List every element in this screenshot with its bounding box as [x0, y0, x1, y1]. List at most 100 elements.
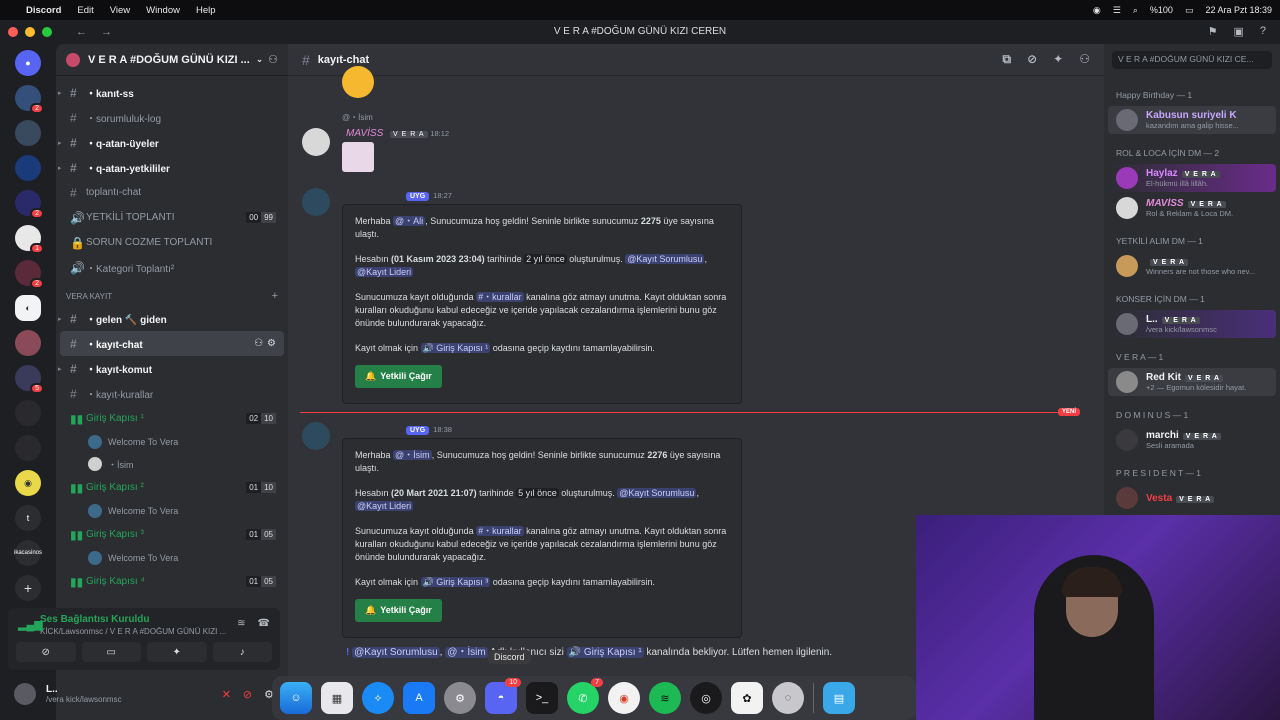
channel-yetkili-toplanti[interactable]: 🔊 YETKİLİ TOPLANTI 00 99 — [60, 205, 284, 230]
menu-edit[interactable]: Edit — [77, 5, 93, 16]
safari-icon[interactable]: ✧ — [362, 682, 394, 714]
voice-channel-giris-3[interactable]: ▮▮ Giriş Kapısı ³ 01 05 — [60, 522, 284, 547]
whatsapp-icon[interactable]: ✆ 7 — [567, 678, 603, 714]
channel-kategori-toplanti[interactable]: 🔊 ・Kategori Toplantı² — [60, 255, 284, 280]
avatar[interactable] — [14, 683, 36, 705]
menu-window[interactable]: Window — [146, 5, 180, 16]
noise-suppression-icon[interactable]: ≋ — [237, 618, 245, 629]
chatgpt-icon[interactable]: ✿ — [731, 682, 763, 714]
server-letter-icon[interactable]: t — [15, 505, 41, 531]
member-item[interactable]: Haylaz V E R A El-hükmü illâ lillâh. — [1108, 164, 1276, 192]
folder-icon[interactable]: ▤ — [823, 682, 855, 714]
channel-gelen-giden[interactable]: ▸ # ・gelen 🔨 giden — [58, 306, 284, 331]
voice-user[interactable]: ・İsim — [56, 453, 288, 475]
launchpad-icon[interactable]: ▦ — [321, 682, 353, 714]
member-item[interactable]: Kabusun suriyeli Kkazandım ama galip his… — [1108, 106, 1276, 134]
member-item[interactable]: Red Kit V E R A +2 — Egomun kölesidir haya… — [1108, 368, 1276, 396]
member-item[interactable]: marchi V E R A Sesli aramada — [1108, 426, 1276, 454]
threads-icon[interactable]: ⧉ — [1003, 52, 1012, 67]
discord-icon[interactable]: ◓ 10 — [485, 678, 521, 714]
discord-home-icon[interactable]: ● — [15, 50, 41, 76]
activities-button[interactable]: ✦ — [147, 642, 207, 662]
spotify-icon[interactable]: ≋ — [649, 682, 681, 714]
channel-q-atan-uyeler[interactable]: ▸ # ・q-atan-üyeler — [58, 130, 284, 155]
mute-icon[interactable]: ✕ — [222, 688, 231, 701]
app-icon[interactable]: ◌ — [772, 682, 804, 714]
menu-view[interactable]: View — [110, 5, 130, 16]
help-icon[interactable]: ? — [1260, 25, 1266, 38]
server-icon[interactable]: 2 — [15, 190, 44, 219]
settings-icon[interactable]: ⚙ — [444, 682, 476, 714]
member-item[interactable]: L.. V E R A/vera kick/lawsonmsc — [1108, 310, 1276, 338]
menu-help[interactable]: Help — [196, 5, 216, 16]
bot-avatar[interactable] — [302, 422, 330, 450]
server-icon[interactable] — [15, 400, 41, 426]
server-icon[interactable]: 2 — [15, 85, 44, 114]
channel-toplanti-chat[interactable]: # toplantı-chat — [60, 180, 284, 205]
voice-user[interactable]: Welcome To Vera — [56, 547, 288, 569]
add-server-icon[interactable]: + — [15, 575, 41, 601]
obs-icon[interactable]: ◎ — [690, 682, 722, 714]
mute-channel-icon[interactable]: ⊘ — [1027, 52, 1037, 67]
inbox-icon[interactable]: ⚑ — [1208, 25, 1218, 38]
channel-kanit-ss[interactable]: ▸ # ・kanıt-ss — [58, 80, 284, 105]
channel-kayit-chat[interactable]: # ・kayıt-chat ⚇ ⚙ — [60, 331, 284, 356]
avatar[interactable] — [302, 128, 330, 156]
search-icon[interactable]: ⌕ — [1133, 5, 1138, 16]
voice-channel-giris-2[interactable]: ▮▮ Giriş Kapısı ² 01 10 — [60, 475, 284, 500]
soundboard-button[interactable]: ♪ — [212, 642, 272, 662]
server-icon[interactable] — [15, 330, 41, 356]
server-icon[interactable]: 2 — [15, 260, 44, 289]
screen-icon[interactable]: ▣ — [1233, 25, 1243, 38]
members-icon[interactable]: ⚇ — [1079, 52, 1090, 67]
reply-preview[interactable]: @・İsim — [342, 112, 373, 123]
server-letter-icon[interactable]: ikacasinos — [14, 540, 42, 566]
channel-q-atan-yetkililer[interactable]: ▸ # ・q-atan-yetkililer — [58, 155, 284, 180]
battery-icon[interactable]: ▭ — [1185, 5, 1194, 16]
finder-icon[interactable]: ☺ — [280, 682, 312, 714]
server-icon[interactable] — [15, 435, 41, 461]
gear-icon[interactable]: ⚙ — [267, 338, 276, 349]
voice-channel-giris-1[interactable]: ▮▮ Giriş Kapısı ¹ 02 10 — [60, 406, 284, 431]
voice-channel-giris-4[interactable]: ▮▮ Giriş Kapısı ⁴ 01 05 — [60, 569, 284, 594]
server-icon[interactable] — [15, 155, 41, 181]
member-item[interactable]: MAVİSS V E R A Rol & Reklam & Loca DM. — [1108, 194, 1276, 222]
signal-icon[interactable]: ▂▄▆ — [18, 618, 43, 631]
deafen-icon[interactable]: ⊘ — [243, 688, 252, 701]
clock[interactable]: 22 Ara Pzt 18:39 — [1205, 5, 1272, 15]
channel-sorun-cozme[interactable]: 🔒 SORUN COZME TOPLANTI — [60, 230, 284, 255]
vera-server-icon[interactable]: ◐ — [15, 295, 41, 321]
pin-icon[interactable]: ✦ — [1053, 52, 1063, 67]
camera-off-button[interactable]: ⊘ — [16, 642, 76, 662]
app-store-icon[interactable]: A — [403, 682, 435, 714]
chrome-icon[interactable]: ◉ — [608, 682, 640, 714]
channel-sorumluluk-log[interactable]: # ・sorumluluk-log — [60, 105, 284, 130]
voice-user[interactable]: Welcome To Vera — [56, 500, 288, 522]
member-item[interactable]: V E R A Winners are not those who nev... — [1108, 252, 1276, 280]
call-staff-button[interactable]: 🔔 Yetkili Çağır — [355, 599, 442, 622]
member-item[interactable]: Vesta V E R A — [1108, 484, 1276, 512]
bot-avatar[interactable] — [302, 188, 330, 216]
server-icon[interactable]: 5 — [15, 365, 44, 394]
call-staff-button[interactable]: 🔔 Yetkili Çağır — [355, 365, 442, 388]
menu-app[interactable]: Discord — [26, 5, 61, 16]
screen-share-button[interactable]: ▭ — [81, 642, 141, 662]
channel-label: Giriş Kapısı ⁴ — [86, 576, 145, 587]
channel-kayit-kurallar[interactable]: # ・kayıt-kurallar — [60, 381, 284, 406]
control-center-icon[interactable]: ☰ — [1113, 5, 1121, 16]
ghost-server-icon[interactable]: 1 — [15, 225, 44, 254]
disconnect-icon[interactable]: ☎ — [258, 618, 270, 629]
category-vera-kayit[interactable]: VERA KAYIT + — [56, 286, 288, 306]
wifi-icon[interactable]: ◉ — [1093, 5, 1101, 16]
invite-icon[interactable]: ⚇ — [268, 53, 278, 66]
add-channel-icon[interactable]: + — [272, 290, 278, 302]
search-input[interactable]: V E R A #DOĞUM GÜNÜ KIZI CE... — [1112, 51, 1272, 69]
invite-icon[interactable]: ⚇ — [254, 338, 263, 349]
channel-kayit-komut[interactable]: ▸ # ・kayıt-komut — [58, 356, 284, 381]
server-icon[interactable]: ◉ — [15, 470, 41, 496]
terminal-icon[interactable]: >_ — [526, 682, 558, 714]
server-icon[interactable] — [15, 120, 41, 146]
sticker-image[interactable] — [342, 142, 374, 172]
server-header[interactable]: V E R A #DOĞUM GÜNÜ KIZI ... ⌄ ⚇ — [56, 44, 288, 76]
voice-user[interactable]: Welcome To Vera — [56, 431, 288, 453]
